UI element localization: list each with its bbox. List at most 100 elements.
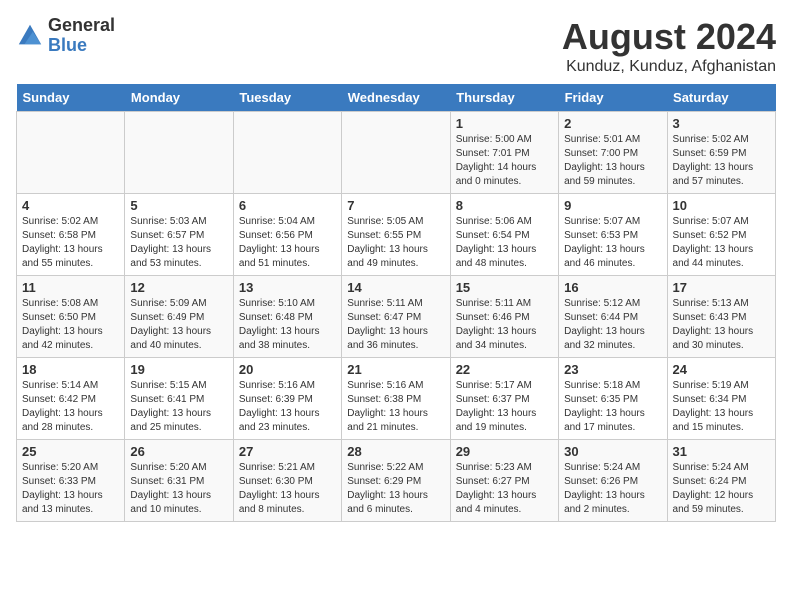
calendar-day-11: 11 Sunrise: 5:08 AMSunset: 6:50 PMDayligh… <box>17 276 125 358</box>
day-number: 22 <box>456 362 553 377</box>
day-detail: Sunrise: 5:23 AMSunset: 6:27 PMDaylight:… <box>456 461 553 517</box>
day-number: 8 <box>456 198 553 213</box>
day-number: 27 <box>239 444 336 459</box>
day-number: 1 <box>456 116 553 131</box>
day-number: 12 <box>130 280 227 295</box>
day-number: 21 <box>347 362 444 377</box>
calendar-day-5: 5 Sunrise: 5:03 AMSunset: 6:57 PMDaylight… <box>125 194 233 276</box>
day-detail: Sunrise: 5:20 AMSunset: 6:31 PMDaylight:… <box>130 461 227 517</box>
day-detail: Sunrise: 5:06 AMSunset: 6:54 PMDaylight:… <box>456 215 553 271</box>
day-detail: Sunrise: 5:10 AMSunset: 6:48 PMDaylight:… <box>239 297 336 353</box>
calendar-day-15: 15 Sunrise: 5:11 AMSunset: 6:46 PMDayligh… <box>450 276 558 358</box>
day-detail: Sunrise: 5:07 AMSunset: 6:52 PMDaylight:… <box>673 215 770 271</box>
calendar-day-21: 21Sunrise: 5:16 AMSunset: 6:38 PMDayligh… <box>342 358 450 440</box>
day-number: 20 <box>239 362 336 377</box>
calendar-day-8: 8 Sunrise: 5:06 AMSunset: 6:54 PMDaylight… <box>450 194 558 276</box>
calendar-day-6: 6 Sunrise: 5:04 AMSunset: 6:56 PMDaylight… <box>233 194 341 276</box>
day-detail: Sunrise: 5:02 AMSunset: 6:59 PMDaylight:… <box>673 133 770 189</box>
header-day-friday: Friday <box>559 84 667 112</box>
day-number: 28 <box>347 444 444 459</box>
day-number: 4 <box>22 198 119 213</box>
calendar-week-row: 1 Sunrise: 5:00 AMSunset: 7:01 PMDaylight… <box>17 112 776 194</box>
logo-text: General Blue <box>48 16 115 56</box>
calendar-empty-cell <box>125 112 233 194</box>
logo-icon <box>16 22 44 50</box>
calendar-day-29: 29 Sunrise: 5:23 AMSunset: 6:27 PMDayligh… <box>450 440 558 522</box>
day-detail: Sunrise: 5:22 AMSunset: 6:29 PMDaylight:… <box>347 461 444 517</box>
day-detail: Sunrise: 5:11 AMSunset: 6:47 PMDaylight:… <box>347 297 444 353</box>
calendar-table: SundayMondayTuesdayWednesdayThursdayFrid… <box>16 84 776 522</box>
page-header: General Blue August 2024 Kunduz, Kunduz,… <box>16 16 776 76</box>
header-day-sunday: Sunday <box>17 84 125 112</box>
day-number: 6 <box>239 198 336 213</box>
calendar-empty-cell <box>17 112 125 194</box>
logo: General Blue <box>16 16 115 56</box>
calendar-day-23: 23Sunrise: 5:18 AMSunset: 6:35 PMDayligh… <box>559 358 667 440</box>
page-subtitle: Kunduz, Kunduz, Afghanistan <box>562 58 776 76</box>
header-day-monday: Monday <box>125 84 233 112</box>
calendar-week-row: 4 Sunrise: 5:02 AMSunset: 6:58 PMDaylight… <box>17 194 776 276</box>
day-number: 10 <box>673 198 770 213</box>
day-detail: Sunrise: 5:01 AMSunset: 7:00 PMDaylight:… <box>564 133 661 189</box>
day-number: 9 <box>564 198 661 213</box>
calendar-day-7: 7 Sunrise: 5:05 AMSunset: 6:55 PMDaylight… <box>342 194 450 276</box>
day-detail: Sunrise: 5:00 AMSunset: 7:01 PMDaylight:… <box>456 133 553 189</box>
day-number: 17 <box>673 280 770 295</box>
day-number: 14 <box>347 280 444 295</box>
header-day-thursday: Thursday <box>450 84 558 112</box>
day-number: 25 <box>22 444 119 459</box>
day-number: 3 <box>673 116 770 131</box>
day-detail: Sunrise: 5:12 AMSunset: 6:44 PMDaylight:… <box>564 297 661 353</box>
day-number: 29 <box>456 444 553 459</box>
calendar-day-13: 13 Sunrise: 5:10 AMSunset: 6:48 PMDayligh… <box>233 276 341 358</box>
day-detail: Sunrise: 5:16 AMSunset: 6:39 PMDaylight:… <box>239 379 336 435</box>
day-number: 19 <box>130 362 227 377</box>
calendar-day-26: 26Sunrise: 5:20 AMSunset: 6:31 PMDayligh… <box>125 440 233 522</box>
calendar-day-2: 2Sunrise: 5:01 AMSunset: 7:00 PMDaylight… <box>559 112 667 194</box>
day-detail: Sunrise: 5:03 AMSunset: 6:57 PMDaylight:… <box>130 215 227 271</box>
day-detail: Sunrise: 5:17 AMSunset: 6:37 PMDaylight:… <box>456 379 553 435</box>
day-detail: Sunrise: 5:20 AMSunset: 6:33 PMDaylight:… <box>22 461 119 517</box>
calendar-day-16: 16 Sunrise: 5:12 AMSunset: 6:44 PMDayligh… <box>559 276 667 358</box>
day-number: 15 <box>456 280 553 295</box>
day-number: 24 <box>673 362 770 377</box>
day-detail: Sunrise: 5:09 AMSunset: 6:49 PMDaylight:… <box>130 297 227 353</box>
day-detail: Sunrise: 5:11 AMSunset: 6:46 PMDaylight:… <box>456 297 553 353</box>
day-detail: Sunrise: 5:19 AMSunset: 6:34 PMDaylight:… <box>673 379 770 435</box>
calendar-day-19: 19 Sunrise: 5:15 AMSunset: 6:41 PMDayligh… <box>125 358 233 440</box>
day-number: 18 <box>22 362 119 377</box>
day-detail: Sunrise: 5:14 AMSunset: 6:42 PMDaylight:… <box>22 379 119 435</box>
title-block: August 2024 Kunduz, Kunduz, Afghanistan <box>562 16 776 76</box>
day-detail: Sunrise: 5:02 AMSunset: 6:58 PMDaylight:… <box>22 215 119 271</box>
header-day-wednesday: Wednesday <box>342 84 450 112</box>
calendar-day-4: 4 Sunrise: 5:02 AMSunset: 6:58 PMDaylight… <box>17 194 125 276</box>
calendar-day-12: 12 Sunrise: 5:09 AMSunset: 6:49 PMDayligh… <box>125 276 233 358</box>
calendar-day-20: 20 Sunrise: 5:16 AMSunset: 6:39 PMDayligh… <box>233 358 341 440</box>
calendar-day-22: 22 Sunrise: 5:17 AMSunset: 6:37 PMDayligh… <box>450 358 558 440</box>
day-number: 13 <box>239 280 336 295</box>
calendar-day-31: 31Sunrise: 5:24 AMSunset: 6:24 PMDayligh… <box>667 440 775 522</box>
calendar-day-18: 18 Sunrise: 5:14 AMSunset: 6:42 PMDayligh… <box>17 358 125 440</box>
calendar-day-3: 3 Sunrise: 5:02 AMSunset: 6:59 PMDaylight… <box>667 112 775 194</box>
day-number: 30 <box>564 444 661 459</box>
day-number: 7 <box>347 198 444 213</box>
calendar-day-27: 27 Sunrise: 5:21 AMSunset: 6:30 PMDayligh… <box>233 440 341 522</box>
day-detail: Sunrise: 5:05 AMSunset: 6:55 PMDaylight:… <box>347 215 444 271</box>
calendar-week-row: 18 Sunrise: 5:14 AMSunset: 6:42 PMDayligh… <box>17 358 776 440</box>
header-day-saturday: Saturday <box>667 84 775 112</box>
calendar-day-25: 25 Sunrise: 5:20 AMSunset: 6:33 PMDayligh… <box>17 440 125 522</box>
day-detail: Sunrise: 5:08 AMSunset: 6:50 PMDaylight:… <box>22 297 119 353</box>
calendar-day-17: 17Sunrise: 5:13 AMSunset: 6:43 PMDayligh… <box>667 276 775 358</box>
day-detail: Sunrise: 5:15 AMSunset: 6:41 PMDaylight:… <box>130 379 227 435</box>
calendar-day-30: 30 Sunrise: 5:24 AMSunset: 6:26 PMDayligh… <box>559 440 667 522</box>
day-detail: Sunrise: 5:04 AMSunset: 6:56 PMDaylight:… <box>239 215 336 271</box>
day-detail: Sunrise: 5:07 AMSunset: 6:53 PMDaylight:… <box>564 215 661 271</box>
day-detail: Sunrise: 5:24 AMSunset: 6:26 PMDaylight:… <box>564 461 661 517</box>
day-number: 16 <box>564 280 661 295</box>
calendar-day-28: 28 Sunrise: 5:22 AMSunset: 6:29 PMDayligh… <box>342 440 450 522</box>
day-number: 31 <box>673 444 770 459</box>
calendar-week-row: 11 Sunrise: 5:08 AMSunset: 6:50 PMDayligh… <box>17 276 776 358</box>
day-number: 5 <box>130 198 227 213</box>
day-detail: Sunrise: 5:21 AMSunset: 6:30 PMDaylight:… <box>239 461 336 517</box>
day-number: 11 <box>22 280 119 295</box>
